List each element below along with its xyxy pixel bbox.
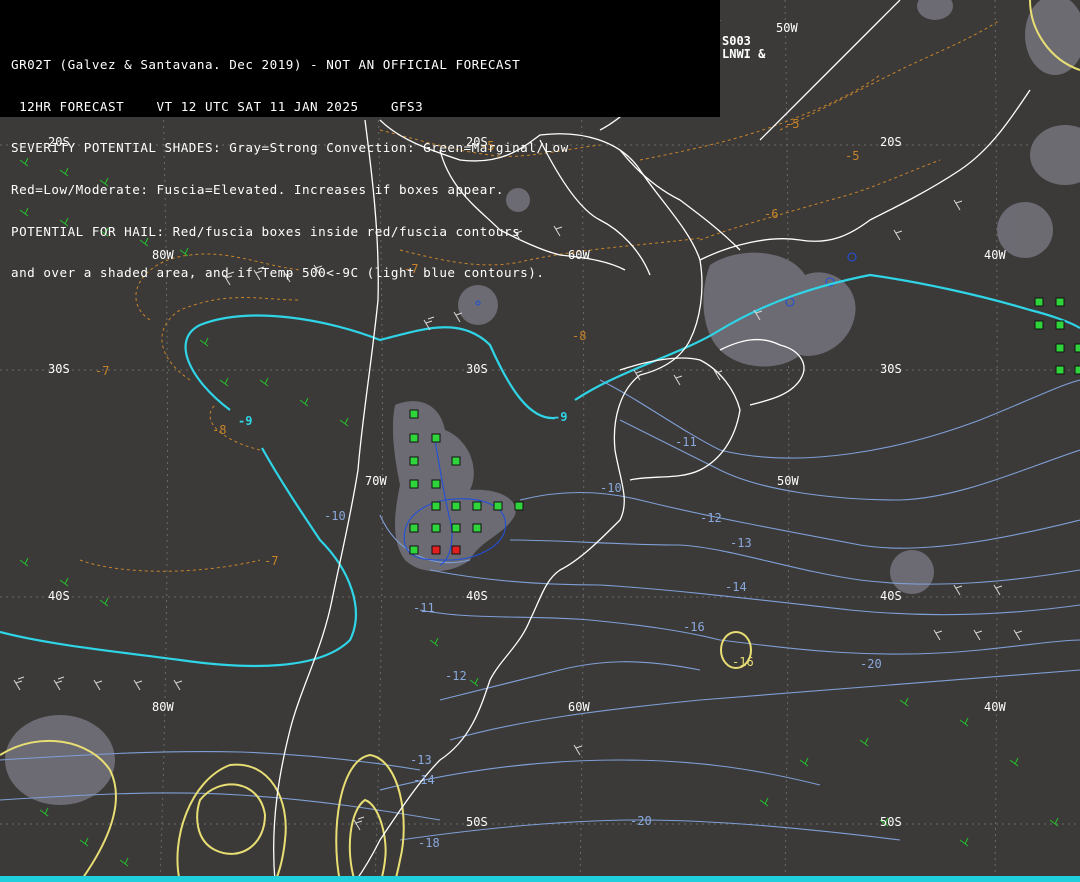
header-line: and over a shaded area, and if Temp 500<… (11, 265, 545, 281)
lat-label: 40S (48, 589, 70, 603)
model-code-2: LNWI & (722, 47, 766, 61)
header-line: Red=Low/Moderate: Fuscia=Elevated. Incre… (11, 181, 505, 197)
temp-label: -11 (413, 601, 435, 615)
temp-label: -13 (730, 536, 752, 550)
temp-label: -20 (860, 657, 882, 671)
temp-label: -20 (630, 814, 652, 828)
temp-label: -16 (683, 620, 705, 634)
lat-label: 20S (880, 135, 902, 149)
header-line: POTENTIAL FOR HAIL: Red/fuscia boxes ins… (11, 223, 521, 239)
temp-label: -10 (324, 509, 346, 523)
temp-label: -10 (600, 481, 622, 495)
orange-label: -5 (845, 149, 859, 163)
lon-label: 70W (365, 474, 387, 488)
lon-label: 80W (152, 700, 174, 714)
orange-label: -8 (212, 423, 226, 437)
lon-label: 50W (777, 474, 799, 488)
yellow-labels: -16 (732, 655, 754, 669)
lat-label: 30S (48, 362, 70, 376)
orange-label: -7 (95, 364, 109, 378)
temp-label: -13 (410, 753, 432, 767)
lon-label: 50W (776, 21, 798, 35)
forecast-header: GR02T (Galvez & Santavana. Dec 2019) - N… (0, 0, 720, 280)
temp-label: -12 (700, 511, 722, 525)
model-code: S003 (722, 34, 751, 48)
temp-label: -11 (675, 435, 697, 449)
temp-label: -9 (553, 410, 567, 424)
lat-label: 30S (880, 362, 902, 376)
lat-label: 50S (466, 815, 488, 829)
lon-label: 40W (984, 248, 1006, 262)
temp-label: -12 (445, 669, 467, 683)
orange-label: -8 (572, 329, 586, 343)
lat-label: 40S (880, 589, 902, 603)
temp-label: -14 (413, 773, 435, 787)
lat-label: 50S (880, 815, 902, 829)
header-line: 12HR FORECAST VT 12 UTC SAT 11 JAN 2025 … (11, 98, 424, 114)
lon-label: 60W (568, 700, 590, 714)
lat-label: 30S (466, 362, 488, 376)
temp-label: -9 (238, 414, 252, 428)
temp-label: -18 (418, 836, 440, 850)
temp-label: -14 (725, 580, 747, 594)
orange-label: -6 (764, 207, 778, 221)
header-line: GR02T (Galvez & Santavana. Dec 2019) - N… (11, 56, 521, 72)
lon-label: 40W (984, 700, 1006, 714)
lat-label: 40S (466, 589, 488, 603)
orange-label: -5 (785, 117, 799, 131)
yellow-label: -16 (732, 655, 754, 669)
orange-label: -7 (264, 554, 278, 568)
bottom-bar (0, 876, 1080, 882)
header-line: SEVERITY POTENTIAL SHADES: Gray=Strong C… (11, 140, 569, 156)
